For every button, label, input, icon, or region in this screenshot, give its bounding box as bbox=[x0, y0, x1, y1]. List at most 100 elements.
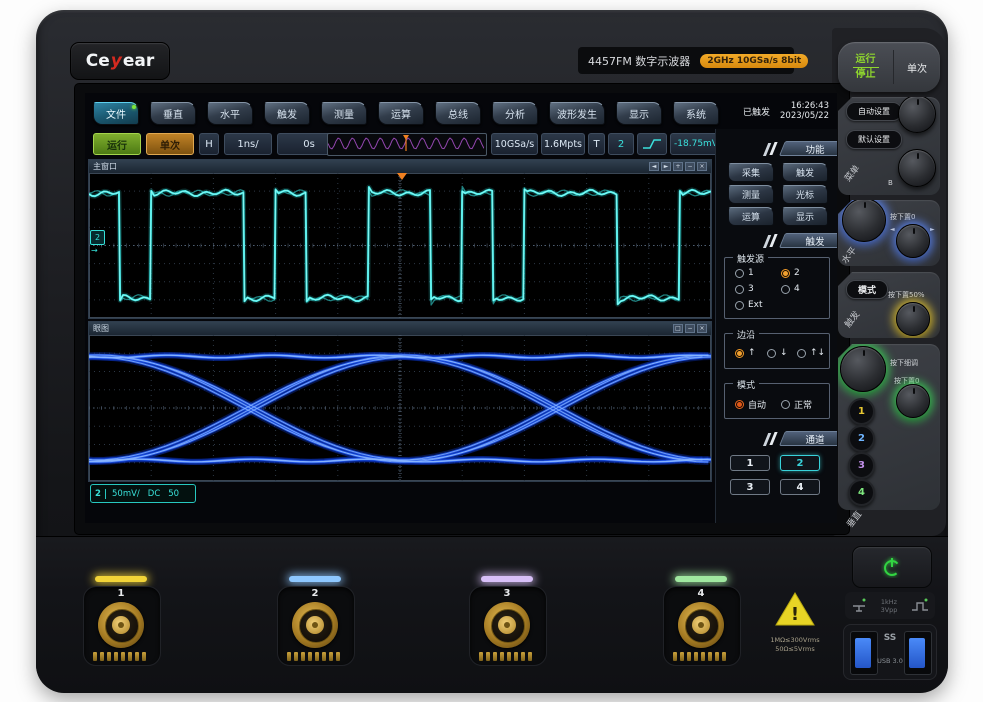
mode-normal-option[interactable]: 正常 bbox=[781, 398, 812, 411]
trigger-edge-icon[interactable] bbox=[637, 133, 667, 155]
touch-channel-4-button[interactable]: 4 bbox=[780, 479, 820, 495]
mode-auto-option[interactable]: 自动 bbox=[735, 398, 766, 411]
usb-3-label: USB 3.0 bbox=[875, 657, 905, 665]
menu-tab-system[interactable]: 系统 bbox=[673, 102, 719, 125]
menu-tab-math[interactable]: 运算 bbox=[378, 102, 424, 125]
radio-icon bbox=[735, 400, 744, 409]
channel-1-led bbox=[95, 576, 147, 582]
menu-tab-analyze[interactable]: 分析 bbox=[492, 102, 538, 125]
fn-display-button[interactable]: 显示 bbox=[782, 207, 828, 226]
fn-acquire-button[interactable]: 采集 bbox=[728, 163, 774, 182]
vertical-position-knob[interactable] bbox=[896, 384, 930, 418]
knob-b-label: B bbox=[888, 179, 893, 187]
menu-tab-horizontal[interactable]: 水平 bbox=[207, 102, 253, 125]
svg-text:!: ! bbox=[791, 604, 799, 625]
radio-icon bbox=[767, 349, 776, 358]
multifunction-knob-a[interactable] bbox=[898, 95, 936, 133]
radio-icon bbox=[781, 285, 790, 294]
channel2-readout[interactable]: 2 50mV/ DC 50 bbox=[90, 484, 196, 503]
sample-rate-value: 10GSa/s bbox=[491, 133, 538, 155]
menu-tab-vertical[interactable]: 垂直 bbox=[150, 102, 196, 125]
default-setup-button[interactable]: 默认设置 bbox=[846, 130, 902, 149]
trigger-source-label: 触发源 bbox=[733, 252, 768, 265]
autoset-button[interactable]: 自动设置 bbox=[846, 102, 902, 121]
timebase-value[interactable]: 1ns/ bbox=[224, 133, 272, 155]
probe-comp-freq: 1kHz bbox=[881, 598, 898, 606]
edge-label: 边沿 bbox=[733, 328, 759, 341]
horizontal-h-label: H bbox=[199, 133, 219, 155]
bnc-connector bbox=[484, 602, 530, 648]
brand-logo: Ceyear bbox=[70, 42, 170, 80]
push-fine-label: 按下细调 bbox=[890, 358, 918, 368]
radio-icon bbox=[781, 269, 790, 278]
brand-logo-part3: ear bbox=[123, 51, 154, 71]
edge-falling-option[interactable]: ↓ bbox=[767, 348, 788, 358]
hard-channel-1-button[interactable]: 1 bbox=[848, 398, 875, 425]
run-state-button[interactable]: 运行 bbox=[93, 133, 141, 155]
waveform-preview-strip[interactable] bbox=[327, 133, 487, 156]
close-icon[interactable]: × bbox=[697, 162, 707, 171]
trigger-source-option-1[interactable]: 1 bbox=[735, 268, 754, 278]
bnc-2-label: 2 bbox=[277, 588, 353, 599]
edge-rising-option[interactable]: ↑ bbox=[735, 348, 756, 358]
trigger-source-option-3[interactable]: 3 bbox=[735, 284, 754, 294]
run-stop-button[interactable]: 运行停止 bbox=[838, 54, 893, 81]
channel2-level-marker[interactable]: 2 bbox=[90, 230, 105, 245]
restore-icon[interactable]: □ bbox=[673, 324, 683, 333]
scroll-right-icon[interactable]: ► bbox=[661, 162, 671, 171]
trigger-mode-button[interactable]: 模式 bbox=[846, 280, 888, 299]
touchscreen: 文件 垂直 水平 触发 测量 运算 总线 分析 波形发生 显示 系统 已触发 1… bbox=[85, 93, 837, 523]
trigger-level-knob[interactable] bbox=[896, 302, 930, 336]
menu-tab-wavegen[interactable]: 波形发生 bbox=[549, 102, 605, 125]
eye-window-titlebar[interactable]: 眼图 □ − × bbox=[89, 322, 711, 335]
trigger-source-option-ext[interactable]: Ext bbox=[735, 300, 763, 310]
fn-math-button[interactable]: 运算 bbox=[728, 207, 774, 226]
touch-channel-2-button[interactable]: 2 bbox=[780, 455, 820, 471]
touch-channel-1-button[interactable]: 1 bbox=[730, 455, 770, 471]
menu-tab-measure[interactable]: 测量 bbox=[321, 102, 367, 125]
radio-icon bbox=[797, 349, 806, 358]
edge-both-option[interactable]: ↑↓ bbox=[797, 348, 825, 358]
hard-channel-4-button[interactable]: 4 bbox=[848, 479, 875, 506]
main-window-titlebar[interactable]: 主窗口 ◄ ► + − × bbox=[89, 160, 711, 173]
trigger-source-group: 触发源 1 2 3 4 Ext bbox=[724, 257, 830, 319]
trigger-position-marker[interactable] bbox=[397, 173, 407, 180]
single-button[interactable]: 单次 bbox=[894, 60, 940, 75]
menu-tab-trigger[interactable]: 触发 bbox=[264, 102, 310, 125]
minimize-icon[interactable]: − bbox=[685, 324, 695, 333]
radio-icon bbox=[735, 301, 744, 310]
probe-comp-vpp: 3Vpp bbox=[881, 606, 898, 614]
zoom-in-icon[interactable]: + bbox=[673, 162, 683, 171]
menu-tab-file[interactable]: 文件 bbox=[93, 102, 139, 125]
trigger-source-value[interactable]: 2 bbox=[608, 133, 634, 155]
square-wave-terminal-icon bbox=[910, 597, 930, 615]
power-button[interactable] bbox=[852, 546, 932, 588]
bnc-pins bbox=[93, 652, 146, 661]
fn-trigger-button[interactable]: 触发 bbox=[782, 163, 828, 182]
close-icon[interactable]: × bbox=[697, 324, 707, 333]
menu-tab-bus[interactable]: 总线 bbox=[435, 102, 481, 125]
eye-diagram-plot bbox=[89, 335, 711, 481]
scroll-left-icon[interactable]: ◄ bbox=[649, 162, 659, 171]
horizontal-position-knob[interactable] bbox=[896, 224, 930, 258]
bnc-connector bbox=[678, 602, 724, 648]
right-arrow-icon: ► bbox=[930, 226, 935, 233]
menu-tab-display[interactable]: 显示 bbox=[616, 102, 662, 125]
brand-logo-part1: Ce bbox=[86, 51, 110, 71]
zoom-out-icon[interactable]: − bbox=[685, 162, 695, 171]
horizontal-scale-knob[interactable] bbox=[842, 198, 886, 242]
radio-icon bbox=[735, 349, 744, 358]
fn-measure-button[interactable]: 测量 bbox=[728, 185, 774, 204]
trigger-source-option-2[interactable]: 2 bbox=[781, 268, 800, 278]
hard-channel-3-button[interactable]: 3 bbox=[848, 452, 875, 479]
touch-channel-3-button[interactable]: 3 bbox=[730, 479, 770, 495]
record-length-value: 1.6Mpts bbox=[541, 133, 585, 155]
multifunction-knob-b[interactable] bbox=[898, 149, 936, 187]
fn-cursor-button[interactable]: 光标 bbox=[782, 185, 828, 204]
main-window-title: 主窗口 bbox=[93, 161, 117, 172]
date-text: 2023/05/22 bbox=[780, 111, 829, 121]
hard-channel-2-button[interactable]: 2 bbox=[848, 425, 875, 452]
vertical-scale-knob[interactable] bbox=[840, 346, 886, 392]
single-state-button[interactable]: 单次 bbox=[146, 133, 194, 155]
trigger-source-option-4[interactable]: 4 bbox=[781, 284, 800, 294]
